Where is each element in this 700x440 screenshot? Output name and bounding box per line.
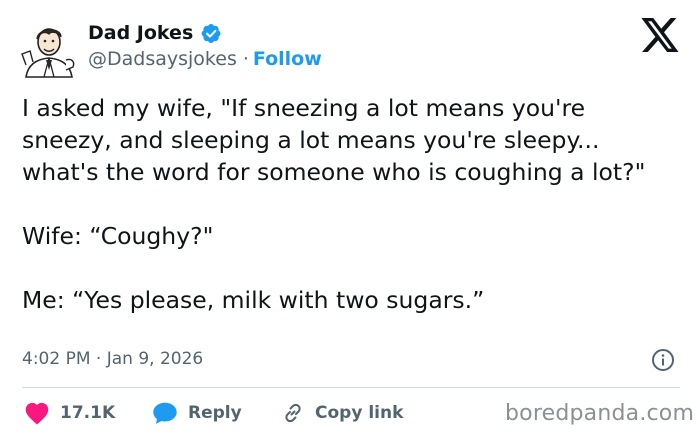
verified-badge-icon: [201, 23, 221, 44]
reply-button[interactable]: Reply: [152, 400, 242, 426]
avatar[interactable]: [20, 20, 78, 78]
divider: [22, 387, 680, 388]
separator-dot: ·: [242, 48, 249, 70]
reply-bubble-icon: [153, 402, 177, 424]
tweet-paragraph: Me: “Yes please, milk with two sugars.”: [22, 286, 485, 314]
x-logo-icon[interactable]: [641, 18, 679, 52]
tweet-text: I asked my wife, "If sneezing a lot mean…: [22, 92, 682, 316]
author-handle[interactable]: @Dadsaysjokes: [88, 48, 237, 70]
link-icon: [285, 403, 301, 423]
tweet-card: Dad Jokes @Dadsaysjokes · Follow I asked m…: [0, 0, 700, 440]
tweet-paragraph: Wife: “Coughy?": [22, 222, 214, 250]
tweet-paragraph: I asked my wife, "If sneezing a lot mean…: [22, 94, 646, 186]
like-button[interactable]: 17.1K: [24, 400, 115, 426]
info-icon[interactable]: [651, 348, 675, 372]
follow-button[interactable]: Follow: [253, 48, 322, 70]
author-name[interactable]: Dad Jokes: [88, 22, 193, 44]
watermark: boredpanda.com: [505, 401, 695, 426]
copy-link-button[interactable]: Copy link: [281, 400, 403, 426]
copy-link-label: Copy link: [315, 403, 404, 423]
like-count: 17.1K: [60, 403, 116, 423]
reply-label: Reply: [188, 403, 242, 423]
tweet-timestamp[interactable]: 4:02 PM · Jan 9, 2026: [22, 349, 203, 369]
handle-line: @Dadsaysjokes · Follow: [88, 48, 322, 70]
heart-icon: [25, 402, 49, 425]
